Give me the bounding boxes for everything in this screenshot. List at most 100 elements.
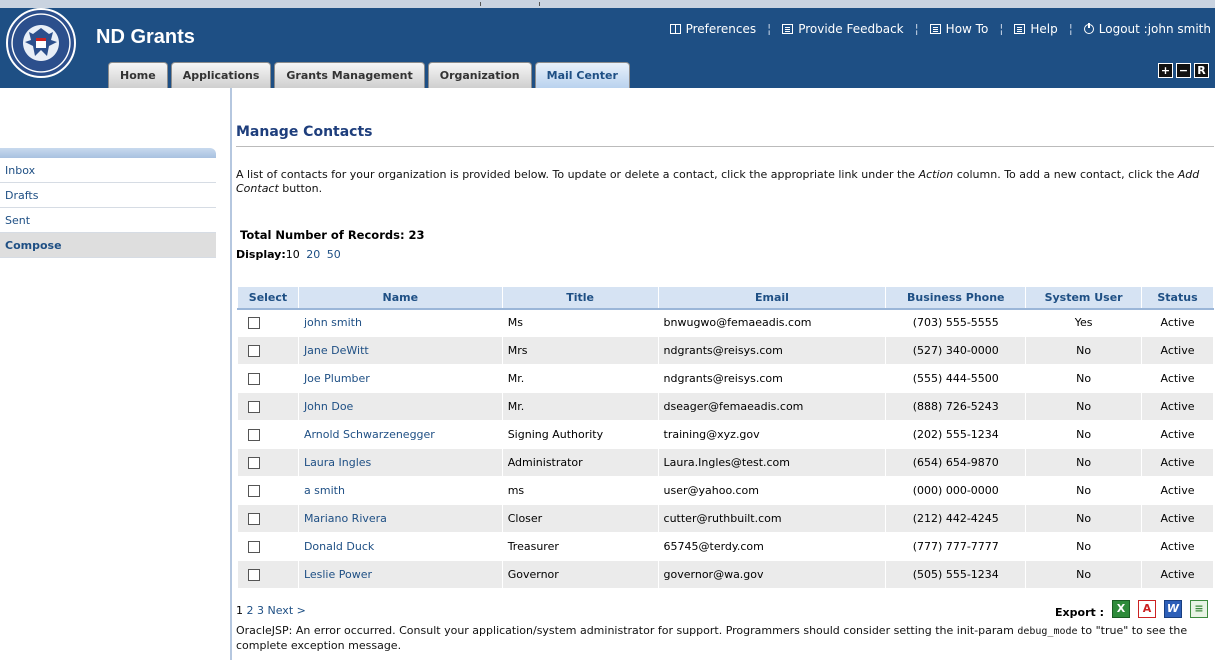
row-select-checkbox[interactable] — [248, 457, 260, 469]
contact-name-link[interactable]: John Doe — [297, 392, 503, 421]
contact-name-link[interactable]: Laura Ingles — [297, 448, 503, 477]
row-select-checkbox[interactable] — [248, 569, 260, 581]
logout-label: Logout :john smith — [1098, 22, 1211, 36]
table-row: Donald Duck Treasurer 65745@terdy.com (777)… — [237, 532, 1214, 561]
select-cell — [237, 560, 299, 589]
row-select-checkbox[interactable] — [248, 345, 260, 357]
row-select-checkbox[interactable] — [248, 373, 260, 385]
row-select-checkbox[interactable] — [248, 485, 260, 497]
tab-grants-management[interactable]: Grants Management — [274, 62, 425, 88]
book-icon — [669, 24, 681, 34]
display-selector: Display:10 20 50 — [236, 248, 341, 261]
provide-feedback-link[interactable]: Provide Feedback — [782, 22, 904, 36]
cell-title: Mr. — [501, 364, 659, 393]
nav-separator: ¦ — [1068, 22, 1073, 36]
main-tabs: Home Applications Grants Management Orga… — [108, 62, 630, 88]
display-label: Display: — [236, 248, 286, 261]
contact-name-link[interactable]: Joe Plumber — [297, 364, 503, 393]
col-header-select[interactable]: Select — [237, 286, 299, 310]
error-message: OracleJSP: An error occurred. Consult yo… — [236, 624, 1188, 652]
nav-separator: ¦ — [767, 22, 772, 36]
row-select-checkbox[interactable] — [248, 541, 260, 553]
increase-font-button[interactable]: + — [1158, 63, 1173, 78]
table-row: Leslie Power Governor governor@wa.gov (505)… — [237, 560, 1214, 589]
cell-phone: (654) 654-9870 — [885, 448, 1027, 477]
row-select-checkbox[interactable] — [248, 401, 260, 413]
contact-name-link[interactable]: a smith — [297, 476, 503, 505]
cell-status: Active — [1141, 336, 1214, 365]
cell-email: governor@wa.gov — [657, 560, 887, 589]
sidebar-item-sent[interactable]: Sent — [0, 208, 216, 233]
sidebar-item-compose[interactable]: Compose — [0, 233, 216, 258]
help-link[interactable]: Help — [1014, 22, 1058, 36]
cell-title: Ms — [501, 308, 659, 337]
page-link-2[interactable]: 2 — [247, 604, 254, 617]
excel-icon[interactable]: X — [1112, 599, 1130, 618]
preferences-link[interactable]: Preferences — [669, 22, 756, 36]
display-option-20[interactable]: 20 — [306, 248, 320, 261]
select-cell — [237, 420, 299, 449]
sidebar-divider — [230, 88, 232, 660]
select-cell — [237, 392, 299, 421]
row-select-checkbox[interactable] — [248, 513, 260, 525]
pagination: 1 2 3 Next > — [236, 604, 306, 617]
cell-phone: (555) 444-5500 — [885, 364, 1027, 393]
contact-name-link[interactable]: Donald Duck — [297, 532, 503, 561]
cell-title: Closer — [501, 504, 659, 533]
select-cell — [237, 504, 299, 533]
cell-phone: (777) 777-7777 — [885, 532, 1027, 561]
col-header-title[interactable]: Title — [501, 286, 659, 310]
cell-phone: (527) 340-0000 — [885, 336, 1027, 365]
contact-name-link[interactable]: Jane DeWitt — [297, 336, 503, 365]
contact-name-link[interactable]: john smith — [297, 308, 503, 337]
page-link-3[interactable]: 3 — [257, 604, 264, 617]
csv-icon[interactable]: ≡ — [1190, 599, 1208, 618]
col-header-system-user[interactable]: System User — [1025, 286, 1142, 310]
total-records: Total Number of Records: 23 — [240, 228, 425, 242]
tab-home[interactable]: Home — [108, 62, 168, 88]
dhs-seal-logo — [6, 8, 76, 78]
how-to-link[interactable]: How To — [929, 22, 989, 36]
decrease-font-button[interactable]: − — [1176, 63, 1191, 78]
cell-status: Active — [1141, 420, 1214, 449]
col-header-name[interactable]: Name — [297, 286, 503, 310]
cell-email: Laura.Ingles@test.com — [657, 448, 887, 477]
col-header-email[interactable]: Email — [657, 286, 887, 310]
cell-status: Active — [1141, 392, 1214, 421]
col-header-business-phone[interactable]: Business Phone — [885, 286, 1027, 310]
select-cell — [237, 448, 299, 477]
how-to-label: How To — [945, 22, 989, 36]
header: ND Grants Preferences ¦ Provide Feedback… — [0, 0, 1215, 88]
contacts-table: Select Name Title Email Business Phone S… — [237, 286, 1214, 589]
reset-font-button[interactable]: R — [1194, 63, 1209, 78]
cell-system-user: No — [1025, 420, 1142, 449]
help-label: Help — [1030, 22, 1058, 36]
tab-mail-center[interactable]: Mail Center — [534, 62, 630, 88]
table-row: Mariano Rivera Closer cutter@ruthbuilt.com… — [237, 504, 1214, 533]
cell-title: Mr. — [501, 392, 659, 421]
sidebar-item-drafts[interactable]: Drafts — [0, 183, 216, 208]
font-size-controls: + − R — [1158, 63, 1209, 78]
contact-name-link[interactable]: Leslie Power — [297, 560, 503, 589]
word-icon[interactable]: W — [1164, 599, 1182, 618]
table-row: Jane DeWitt Mrs ndgrants@reisys.com (527) 3… — [237, 336, 1214, 365]
next-page-link[interactable]: Next > — [268, 604, 306, 617]
contact-name-link[interactable]: Arnold Schwarzenegger — [297, 420, 503, 449]
contact-name-link[interactable]: Mariano Rivera — [297, 504, 503, 533]
pdf-icon[interactable]: A — [1138, 599, 1156, 618]
cell-system-user: Yes — [1025, 308, 1142, 337]
display-option-50[interactable]: 50 — [327, 248, 341, 261]
cell-status: Active — [1141, 560, 1214, 589]
cell-phone: (505) 555-1234 — [885, 560, 1027, 589]
sidebar-item-inbox[interactable]: Inbox — [0, 158, 216, 183]
power-icon — [1083, 23, 1094, 34]
cell-email: ndgrants@reisys.com — [657, 336, 887, 365]
col-header-status[interactable]: Status — [1141, 286, 1214, 310]
cell-phone: (212) 442-4245 — [885, 504, 1027, 533]
tab-organization[interactable]: Organization — [427, 62, 532, 88]
logout-link[interactable]: Logout :john smith — [1083, 22, 1211, 36]
row-select-checkbox[interactable] — [248, 317, 260, 330]
tab-applications[interactable]: Applications — [170, 62, 272, 88]
top-strip — [0, 0, 1215, 8]
row-select-checkbox[interactable] — [248, 429, 260, 441]
